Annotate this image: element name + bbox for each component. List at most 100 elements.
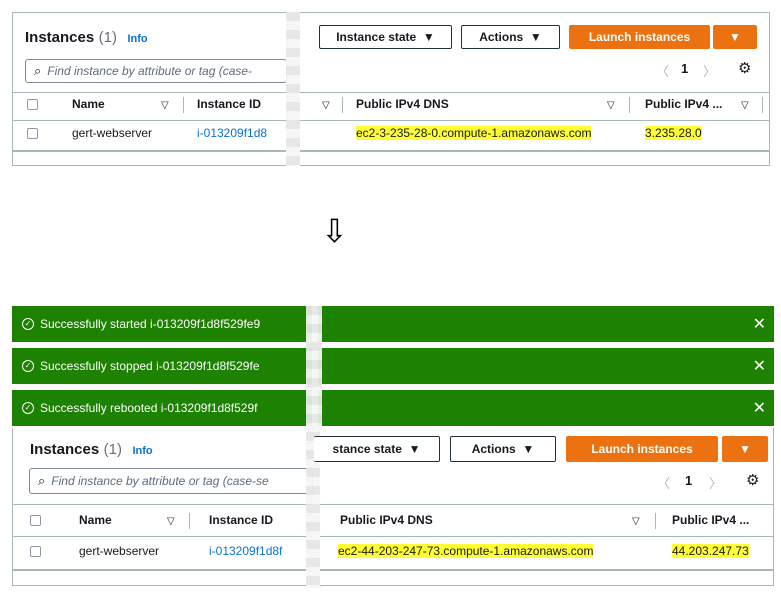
select-all-checkbox[interactable] — [30, 515, 41, 526]
next-page-icon[interactable]: 〉 — [703, 61, 716, 80]
launch-dropdown-button[interactable]: ▼ — [713, 25, 757, 49]
actions-button[interactable]: Actions ▼ — [450, 436, 556, 462]
search-icon: ⌕ — [34, 63, 42, 78]
launch-instances-button[interactable]: Launch instances — [569, 25, 710, 49]
sort-icon[interactable]: ▽ — [607, 100, 615, 111]
cell-public-ip: 44.203.247.73 — [672, 544, 749, 558]
cell-instance-id-link[interactable]: i-013209f1d8f — [209, 544, 282, 558]
row-checkbox[interactable] — [30, 546, 41, 557]
column-header-public-ipv4[interactable]: Public IPv4 ... — [672, 513, 749, 527]
toolbar-panel-after: stance state ▼ Actions ▼ Launch instance… — [314, 428, 774, 586]
column-separator — [655, 513, 656, 529]
close-icon[interactable]: ✕ — [753, 314, 766, 334]
column-header-public-ipv4-dns[interactable]: Public IPv4 DNS — [340, 513, 433, 527]
instances-heading: Instances (1) Info — [25, 29, 148, 47]
actions-label: Actions — [471, 442, 516, 456]
search-input[interactable]: ⌕ Find instance by attribute or tag (cas… — [29, 468, 313, 494]
instance-count: (1) — [103, 441, 122, 458]
divider — [13, 504, 313, 505]
instance-state-button[interactable]: Instance state ▼ — [319, 25, 452, 49]
page-title: Instances — [25, 29, 95, 46]
flash-message: Successfully started i-013209f1d8f529fe9 — [40, 317, 261, 331]
search-placeholder: Find instance by attribute or tag (case- — [47, 64, 253, 78]
sort-icon[interactable]: ▽ — [167, 516, 175, 527]
info-link[interactable]: Info — [132, 445, 152, 457]
cell-name: gert-webserver — [72, 126, 153, 140]
actions-label: Actions — [479, 30, 524, 44]
down-arrow-icon: ⇩ — [321, 212, 348, 250]
instance-count: (1) — [98, 29, 117, 46]
instance-state-label: stance state — [332, 442, 402, 456]
cell-name: gert-webserver — [79, 544, 160, 558]
launch-dropdown-button[interactable]: ▼ — [722, 436, 768, 462]
instances-panel-after: Instances (1) Info ⌕ Find instance by at… — [12, 428, 313, 586]
divider — [300, 92, 770, 93]
success-flash-started: ✓ Successfully started i-013209f1d8f529f… — [12, 306, 312, 342]
actions-button[interactable]: Actions ▼ — [461, 25, 560, 49]
flash-message: Successfully stopped i-013209f1d8f529fe — [40, 359, 260, 373]
prev-page-icon[interactable]: 〈 — [656, 61, 669, 80]
check-circle-icon: ✓ — [22, 360, 34, 372]
column-header-instance-id[interactable]: Instance ID — [209, 513, 273, 527]
cell-public-dns: ec2-44-203-247-73.compute-1.amazonaws.co… — [338, 544, 594, 558]
sort-icon[interactable]: ▽ — [632, 516, 640, 527]
divider — [320, 536, 774, 537]
caret-down-icon: ▼ — [739, 442, 751, 456]
check-circle-icon: ✓ — [22, 318, 34, 330]
search-icon: ⌕ — [38, 473, 46, 488]
column-separator — [762, 97, 763, 113]
info-link[interactable]: Info — [127, 33, 147, 45]
success-flash-stopped: ✓ Successfully stopped i-013209f1d8f529f… — [12, 348, 312, 384]
column-header-name[interactable]: Name — [72, 97, 105, 111]
success-flash-rebooted-right: ✕ — [318, 390, 774, 426]
check-circle-icon: ✓ — [22, 402, 34, 414]
divider — [13, 120, 289, 121]
gear-icon[interactable]: ⚙ — [738, 59, 751, 77]
sort-icon[interactable]: ▽ — [161, 100, 169, 111]
caret-down-icon: ▼ — [522, 442, 535, 456]
column-header-instance-id[interactable]: Instance ID — [197, 97, 261, 111]
success-flash-started-right: ✕ — [318, 306, 774, 342]
search-placeholder: Find instance by attribute or tag (case-… — [51, 474, 269, 488]
column-separator — [189, 513, 190, 529]
cell-public-dns: ec2-3-235-28-0.compute-1.amazonaws.com — [356, 126, 592, 140]
toolbar-panel-before: Instance state ▼ Actions ▼ Launch instan… — [300, 12, 770, 166]
close-icon[interactable]: ✕ — [753, 398, 766, 418]
page-number[interactable]: 1 — [685, 473, 692, 488]
sort-icon[interactable]: ▽ — [741, 100, 749, 111]
success-flash-stopped-right: ✕ — [318, 348, 774, 384]
divider — [13, 536, 313, 537]
gear-icon[interactable]: ⚙ — [746, 471, 759, 489]
column-separator — [629, 97, 630, 113]
success-flash-rebooted: ✓ Successfully rebooted i-013209f1d8f529… — [12, 390, 312, 426]
row-divider — [13, 569, 313, 571]
select-all-checkbox[interactable] — [27, 99, 38, 110]
instance-state-button[interactable]: stance state ▼ — [314, 436, 440, 462]
search-input[interactable]: ⌕ Find instance by attribute or tag (cas… — [25, 59, 287, 83]
caret-down-icon: ▼ — [408, 442, 421, 456]
launch-instances-button[interactable]: Launch instances — [566, 436, 718, 462]
page-number[interactable]: 1 — [681, 61, 688, 76]
close-icon[interactable]: ✕ — [753, 356, 766, 376]
sort-icon[interactable]: ▽ — [322, 100, 330, 111]
instance-state-label: Instance state — [336, 30, 417, 44]
row-divider — [300, 150, 770, 152]
instances-heading: Instances (1) Info — [30, 441, 153, 459]
row-checkbox[interactable] — [27, 128, 38, 139]
column-header-public-ipv4[interactable]: Public IPv4 ... — [645, 97, 722, 111]
page-title: Instances — [30, 441, 100, 458]
caret-down-icon: ▼ — [422, 30, 435, 44]
caret-down-icon: ▼ — [529, 30, 542, 44]
cell-instance-id-link[interactable]: i-013209f1d8 — [197, 126, 267, 140]
divider — [300, 120, 770, 121]
column-separator — [183, 97, 184, 113]
flash-message: Successfully rebooted i-013209f1d8f529f — [40, 401, 258, 415]
column-header-public-ipv4-dns[interactable]: Public IPv4 DNS — [356, 97, 449, 111]
prev-page-icon[interactable]: 〈 — [657, 473, 670, 492]
column-header-name[interactable]: Name — [79, 513, 112, 527]
cell-public-ip: 3.235.28.0 — [645, 126, 702, 140]
next-page-icon[interactable]: 〉 — [709, 473, 722, 492]
caret-down-icon: ▼ — [729, 30, 741, 44]
divider — [13, 92, 289, 93]
divider — [320, 504, 774, 505]
